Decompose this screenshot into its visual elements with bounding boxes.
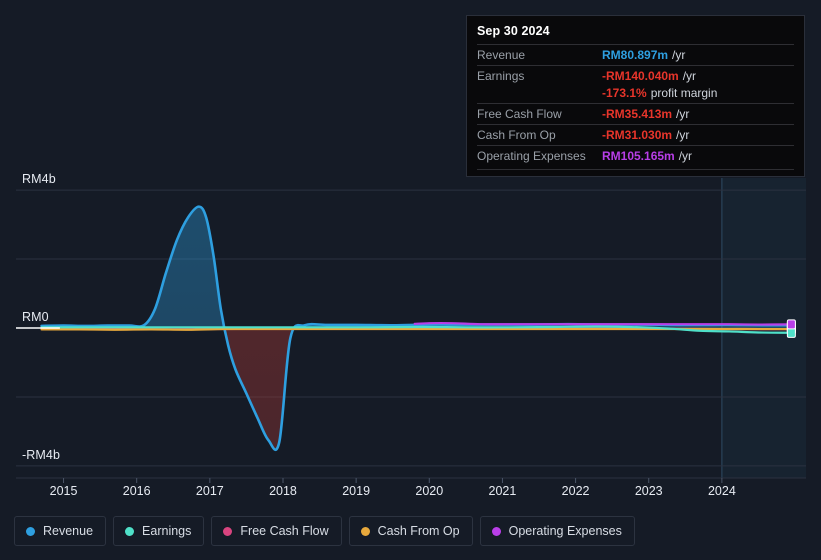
tooltip-row-value: RM105.165m xyxy=(602,149,675,163)
x-axis-tick-label: 2021 xyxy=(488,484,517,498)
tooltip-row: Revenue RM80.897m/yr xyxy=(477,44,794,65)
legend-item-earnings[interactable]: Earnings xyxy=(113,516,205,546)
legend-color-dot-icon xyxy=(360,526,370,536)
y-axis-tick-label: RM0 xyxy=(22,310,49,324)
tooltip-date: Sep 30 2024 xyxy=(477,24,550,38)
tooltip-row-value: RM80.897m xyxy=(602,48,669,62)
legend-item-label: Free Cash Flow xyxy=(240,524,329,538)
legend-item-label: Cash From Op xyxy=(377,524,460,538)
tooltip-row-unit: profit margin xyxy=(650,86,718,100)
legend-item-label: Earnings xyxy=(142,524,192,538)
tooltip-bottom-divider xyxy=(477,169,794,170)
series-line-operating-expenses[interactable] xyxy=(413,321,793,326)
legend-item-label: Revenue xyxy=(43,524,94,538)
x-axis-tick-label: 2018 xyxy=(269,484,297,498)
tooltip-row-label: Earnings xyxy=(477,69,525,83)
tooltip-row-label: Cash From Op xyxy=(477,128,556,142)
legend-color-dot-icon xyxy=(491,526,501,536)
legend-item-label: Operating Expenses xyxy=(508,524,622,538)
x-axis-tick-label: 2023 xyxy=(634,484,663,498)
tooltip-row-value: -RM140.040m xyxy=(602,69,679,83)
tooltip-row: -173.1% profit margin xyxy=(477,86,794,103)
series-endpoint-marker[interactable] xyxy=(786,327,796,338)
x-axis-tick-label: 2017 xyxy=(195,484,224,498)
tooltip-row: Operating Expenses RM105.165m/yr xyxy=(477,145,794,166)
chart-screenshot: RM4b RM0 -RM4b 2015 2016 2017 2018 2019 2020 202… xyxy=(0,0,821,560)
tooltip-row: Cash From Op -RM31.030m/yr xyxy=(477,124,794,145)
legend-color-dot-icon xyxy=(223,526,233,536)
tooltip-row-unit: /yr xyxy=(676,128,690,142)
tooltip-row-value: -173.1% xyxy=(602,86,647,100)
tooltip-row-unit: /yr xyxy=(682,69,697,83)
series-endpoint-marker[interactable] xyxy=(786,319,796,330)
y-axis-tick-label: -RM4b xyxy=(22,447,61,462)
chart-legend[interactable]: Revenue Earnings Free Cash Flow Cash From O… xyxy=(14,516,635,546)
tooltip-row: Free Cash Flow -RM35.413m/yr xyxy=(477,103,794,124)
tooltip-row-label: Free Cash Flow xyxy=(477,107,562,121)
chart-tooltip: Sep 30 2024 Revenue RM80.897m/yr Earnings -… xyxy=(466,15,805,177)
x-axis-tick-label: 2019 xyxy=(342,484,371,498)
legend-color-dot-icon xyxy=(26,526,35,536)
tooltip-row-unit: /yr xyxy=(672,48,686,62)
legend-item-cash-from-op[interactable]: Cash From Op xyxy=(348,516,473,546)
x-axis-tick-label: 2024 xyxy=(707,484,736,498)
tooltip-row-value: -RM35.413m xyxy=(602,107,673,121)
tooltip-rows: Revenue RM80.897m/yr Earnings -RM140.040m/y… xyxy=(477,44,794,166)
x-axis-tick-label: 2020 xyxy=(415,484,444,498)
y-axis-tick-label: RM4b xyxy=(22,172,56,187)
tooltip-row-label: Revenue xyxy=(477,48,526,62)
tooltip-row-value: -RM31.030m xyxy=(602,128,673,142)
x-axis-tick-label: 2022 xyxy=(561,484,590,498)
x-axis-tick-label: 2016 xyxy=(122,484,151,498)
legend-color-dot-icon xyxy=(125,526,135,536)
legend-item-free-cash-flow[interactable]: Free Cash Flow xyxy=(211,516,342,546)
legend-item-operating-expenses[interactable]: Operating Expenses xyxy=(479,516,635,546)
x-axis-tick-label: 2015 xyxy=(49,484,78,498)
tooltip-row: Earnings -RM140.040m/yr xyxy=(477,65,794,86)
legend-item-revenue[interactable]: Revenue xyxy=(14,516,107,546)
tooltip-row-label: Operating Expenses xyxy=(477,149,586,163)
tooltip-row-unit: /yr xyxy=(676,107,690,121)
tooltip-row-unit: /yr xyxy=(678,149,693,163)
